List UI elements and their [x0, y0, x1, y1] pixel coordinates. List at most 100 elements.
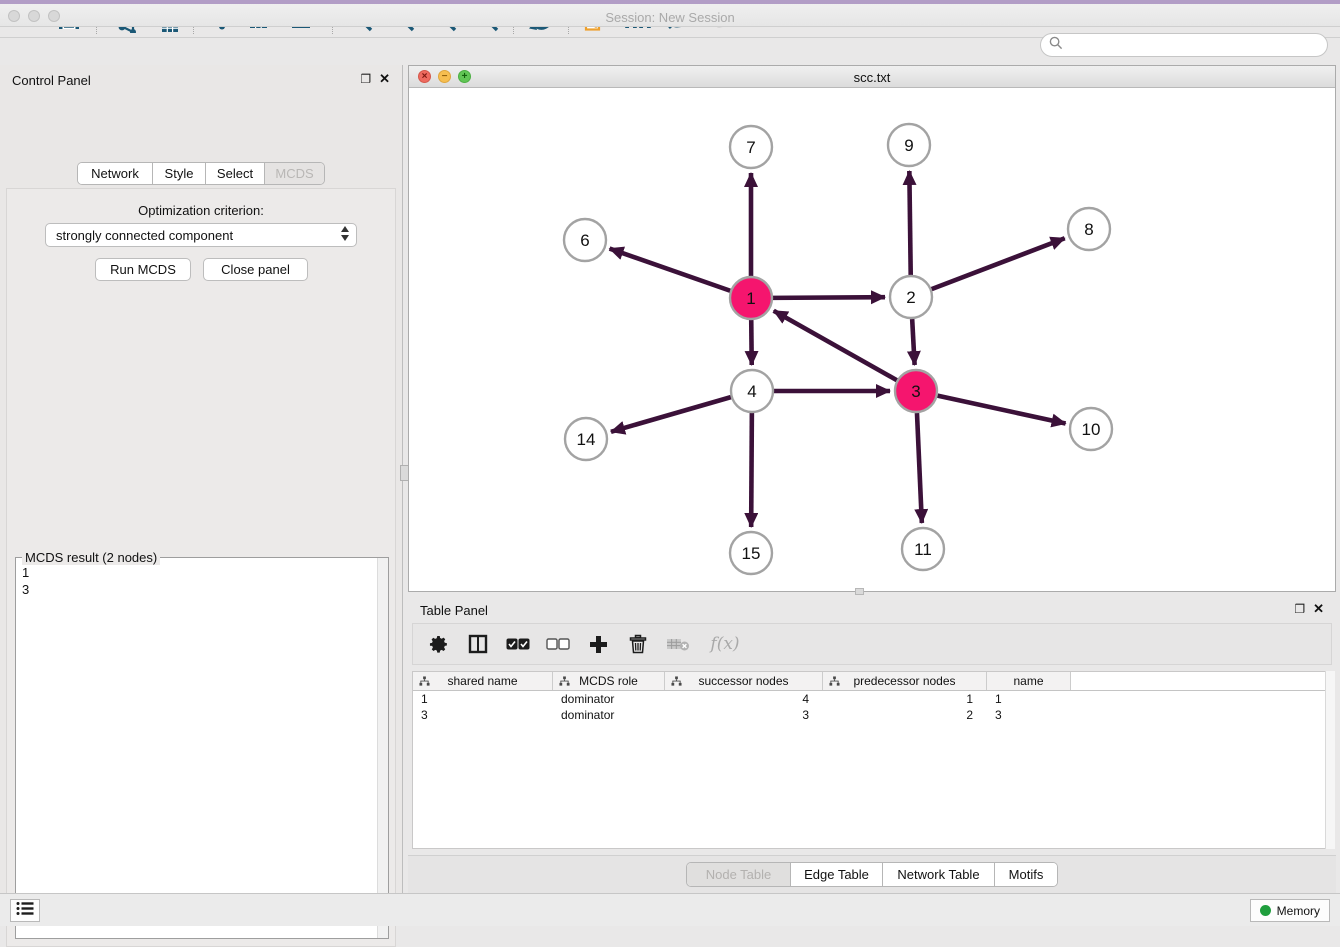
mcds-panel: Optimization criterion: strongly connect… — [6, 188, 396, 947]
graph-node-9[interactable]: 9 — [888, 124, 930, 166]
network-view-window: × − + scc.txt 7 9 6 8 1 2 4 3 14 10 15 11 — [408, 65, 1336, 592]
table-cell[interactable]: 3 — [987, 707, 1071, 723]
graph-edge-3-11[interactable] — [917, 413, 922, 523]
table-tabs: Node TableEdge TableNetwork TableMotifs — [686, 862, 1058, 887]
memory-status-icon — [1260, 905, 1271, 916]
table-toolbar: f(x) — [412, 623, 1332, 665]
graph-node-10[interactable]: 10 — [1070, 408, 1112, 450]
titlebar[interactable]: Session: New Session — [0, 4, 1340, 27]
float-panel-icon[interactable]: ❐ — [360, 73, 371, 85]
table-cell[interactable]: 4 — [665, 691, 823, 707]
node-table[interactable]: shared name MCDS role successor nodes prede… — [412, 671, 1332, 849]
task-list-icon — [16, 901, 34, 921]
network-window-titlebar[interactable]: × − + scc.txt — [409, 66, 1335, 88]
graph-edge-3-1[interactable] — [774, 311, 897, 380]
deselect-all-icon[interactable] — [545, 631, 571, 657]
search-box[interactable] — [1040, 33, 1328, 57]
tab-network-table[interactable]: Network Table — [883, 863, 995, 886]
graph-node-1[interactable]: 1 — [730, 277, 772, 319]
svg-text:7: 7 — [746, 138, 755, 157]
svg-text:15: 15 — [742, 544, 761, 563]
graph-edge-1-6[interactable] — [610, 249, 731, 291]
chevron-updown-icon — [341, 226, 349, 241]
svg-text:10: 10 — [1082, 420, 1101, 439]
graph-edge-4-15[interactable] — [751, 413, 752, 527]
svg-text:2: 2 — [906, 288, 915, 307]
table-row[interactable]: 1dominator411 — [413, 691, 1331, 707]
svg-text:11: 11 — [914, 540, 932, 559]
graph-node-8[interactable]: 8 — [1068, 208, 1110, 250]
tab-edge-table[interactable]: Edge Table — [791, 863, 883, 886]
tab-node-table[interactable]: Node Table — [687, 863, 791, 886]
optimization-criterion-select[interactable]: strongly connected component — [45, 223, 357, 247]
table-cell[interactable]: 2 — [823, 707, 987, 723]
graph-node-14[interactable]: 14 — [565, 418, 607, 460]
close-panel-icon[interactable]: ✕ — [379, 72, 390, 85]
table-cell[interactable]: 1 — [413, 691, 553, 707]
graph-node-7[interactable]: 7 — [730, 126, 772, 168]
graph-edge-2-9[interactable] — [909, 171, 910, 275]
table-row[interactable]: 3dominator323 — [413, 707, 1331, 723]
graph-node-11[interactable]: 11 — [902, 528, 944, 570]
graph-node-3[interactable]: 3 — [895, 370, 937, 412]
svg-text:8: 8 — [1084, 220, 1093, 239]
table-scrollbar[interactable] — [1325, 671, 1335, 849]
network-graph-canvas[interactable]: 7 9 6 8 1 2 4 3 14 10 15 11 — [409, 88, 1335, 591]
table-cell[interactable]: dominator — [553, 691, 665, 707]
graph-edge-1-2[interactable] — [773, 297, 885, 298]
run-mcds-button[interactable]: Run MCDS — [95, 258, 191, 281]
trash-icon[interactable] — [625, 631, 651, 657]
sort-hierarchy-icon — [671, 676, 682, 690]
graph-edge-2-8[interactable] — [932, 238, 1065, 289]
memory-button[interactable]: Memory — [1250, 899, 1330, 922]
sort-hierarchy-icon — [419, 676, 430, 690]
graph-edge-2-3[interactable] — [912, 319, 914, 365]
mcds-result-scrollbar[interactable] — [377, 558, 388, 938]
control-panel: Control Panel ❐ ✕ NetworkStyleSelectMCDS… — [0, 65, 402, 893]
close-panel-button[interactable]: Close panel — [203, 258, 308, 281]
table-cell[interactable]: dominator — [553, 707, 665, 723]
graph-node-6[interactable]: 6 — [564, 219, 606, 261]
task-history-button[interactable] — [10, 899, 40, 922]
control-panel-tabs: NetworkStyleSelectMCDS — [77, 162, 325, 185]
table-cell[interactable]: 3 — [413, 707, 553, 723]
graph-node-15[interactable]: 15 — [730, 532, 772, 574]
tab-mcds[interactable]: MCDS — [265, 163, 324, 184]
table-cell[interactable]: 1 — [823, 691, 987, 707]
graph-edge-4-14[interactable] — [611, 397, 731, 432]
window-title: Session: New Session — [0, 10, 1340, 25]
table-tabstrip: Node TableEdge TableNetwork TableMotifs — [408, 855, 1336, 893]
tab-motifs[interactable]: Motifs — [995, 863, 1057, 886]
columns-icon[interactable] — [465, 631, 491, 657]
gear-icon[interactable] — [425, 631, 451, 657]
float-table-panel-icon[interactable]: ❐ — [1294, 603, 1305, 615]
tab-style[interactable]: Style — [153, 163, 206, 184]
column-header-successor-nodes[interactable]: successor nodes — [665, 672, 823, 690]
column-header-label: successor nodes — [698, 674, 788, 688]
column-header-name[interactable]: name — [987, 672, 1071, 690]
tab-network[interactable]: Network — [78, 163, 153, 184]
column-header-MCDS-role[interactable]: MCDS role — [553, 672, 665, 690]
column-header-shared-name[interactable]: shared name — [413, 672, 553, 690]
graph-edge-3-10[interactable] — [937, 396, 1065, 424]
column-header-label: shared name — [447, 674, 517, 688]
graph-node-2[interactable]: 2 — [890, 276, 932, 318]
close-table-panel-icon[interactable]: ✕ — [1313, 602, 1324, 615]
select-all-icon[interactable] — [505, 631, 531, 657]
column-header-label: predecessor nodes — [853, 674, 955, 688]
mcds-result-line: 1 — [22, 564, 371, 581]
search-input[interactable] — [1068, 38, 1318, 52]
search-icon — [1049, 36, 1063, 55]
table-panel: Table Panel ❐ ✕ — [408, 597, 1336, 893]
svg-text:6: 6 — [580, 231, 589, 250]
network-resize-grip[interactable] — [855, 588, 864, 595]
table-cell[interactable]: 1 — [987, 691, 1071, 707]
mcds-result-list[interactable]: 13 — [16, 560, 377, 938]
add-icon[interactable] — [585, 631, 611, 657]
column-header-predecessor-nodes[interactable]: predecessor nodes — [823, 672, 987, 690]
tab-select[interactable]: Select — [206, 163, 265, 184]
graph-node-4[interactable]: 4 — [731, 370, 773, 412]
table-cell[interactable]: 3 — [665, 707, 823, 723]
table-panel-title: Table Panel — [420, 603, 488, 618]
mcds-result-line: 3 — [22, 581, 371, 598]
